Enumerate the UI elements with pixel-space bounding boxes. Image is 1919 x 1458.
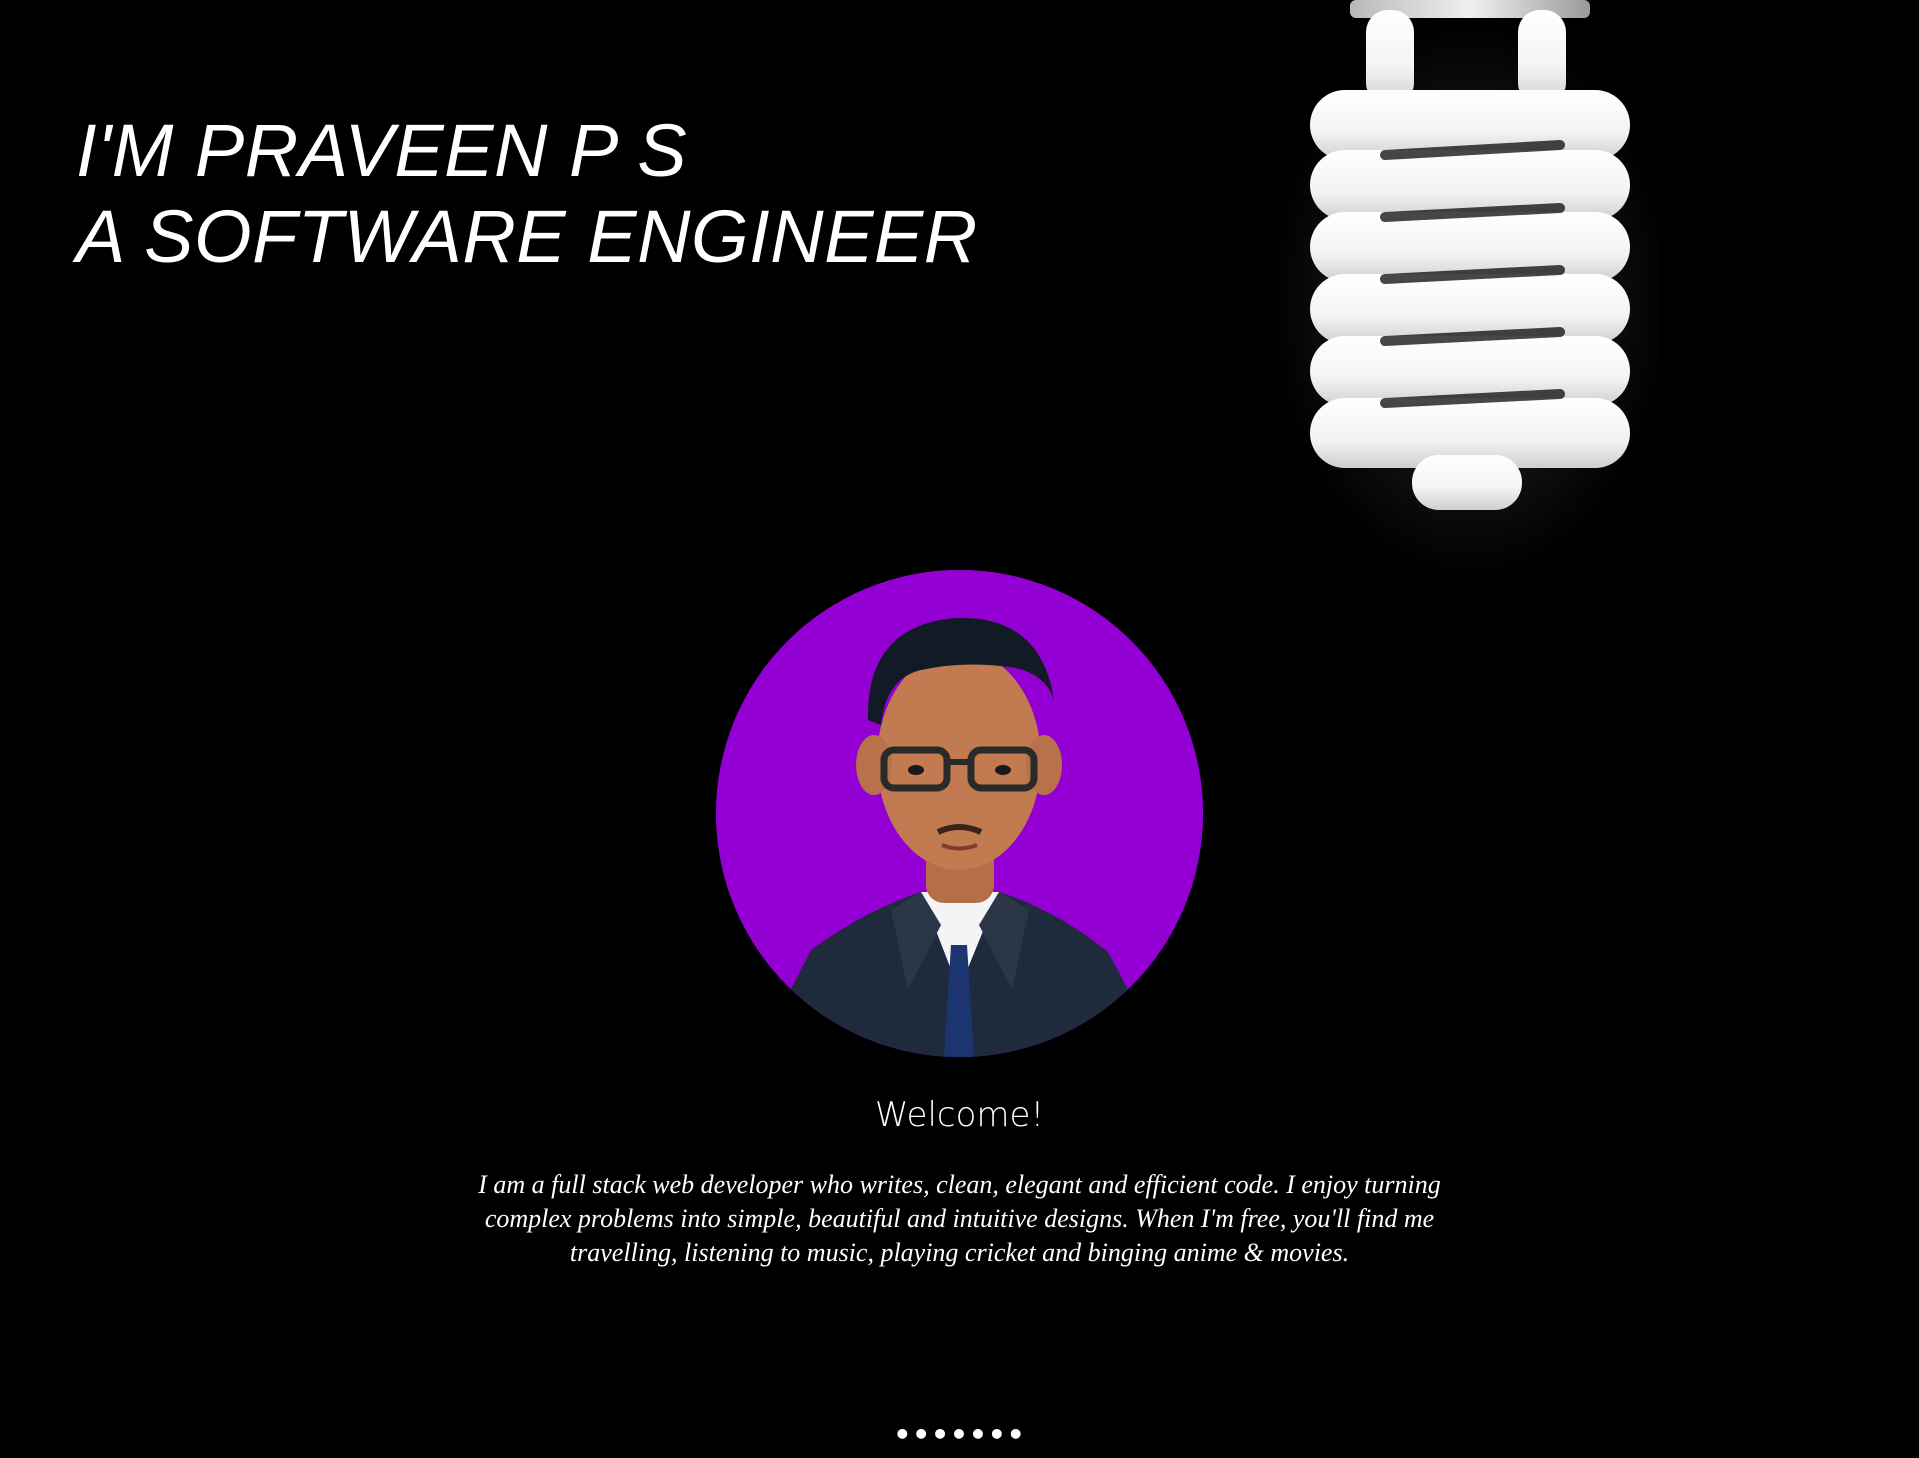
scroll-indicator[interactable]: ••••••• [0, 1420, 1919, 1450]
hero-title-line-2: A SOFTWARE ENGINEER [76, 195, 978, 278]
profile-portrait-image [716, 570, 1203, 1057]
light-bulb-icon [1280, 0, 1660, 570]
hero-title: I'M PRAVEEN P S A SOFTWARE ENGINEER [76, 108, 978, 280]
page: I'M PRAVEEN P S A SOFTWARE ENGINEER Welc… [0, 0, 1919, 1458]
hero-section: I'M PRAVEEN P S A SOFTWARE ENGINEER [0, 0, 1919, 570]
hero-title-line-1: I'M PRAVEEN P S [76, 109, 688, 192]
bio-text: I am a full stack web developer who writ… [478, 1170, 1441, 1267]
profile-photo [716, 570, 1203, 1057]
welcome-heading: Welcome! [874, 1095, 1045, 1135]
